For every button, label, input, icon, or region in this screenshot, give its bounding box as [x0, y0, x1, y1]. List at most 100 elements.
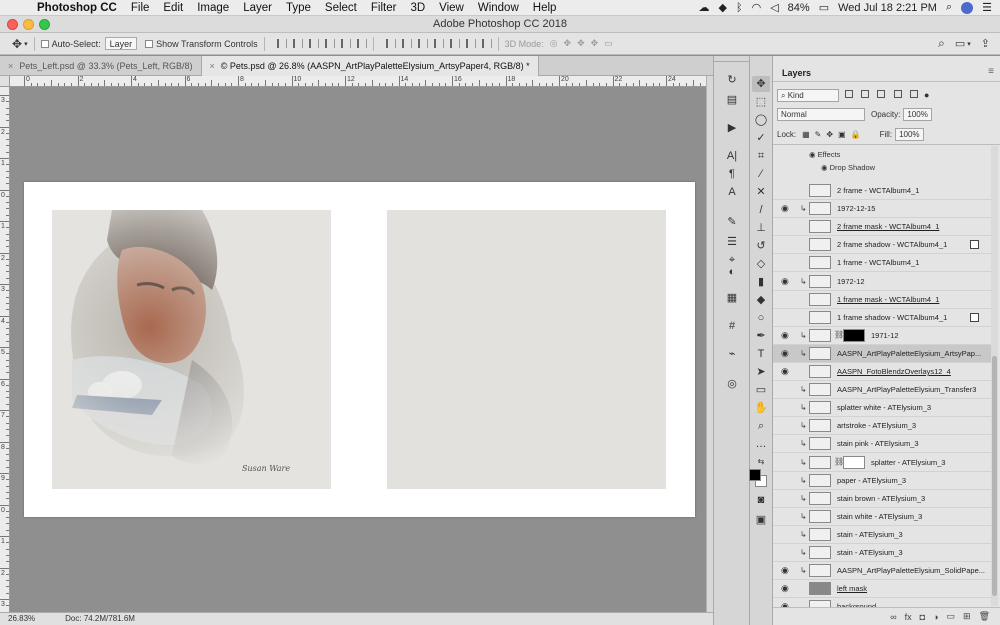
panel-collapse-bar[interactable] [714, 56, 751, 62]
layer-thumbnail[interactable] [809, 256, 831, 270]
grid-icon[interactable]: # [723, 318, 741, 334]
layer-row[interactable]: 2 frame - WCTAlbum4_1 [773, 182, 991, 200]
brushes-icon[interactable]: ✎ [723, 214, 741, 230]
layer-name[interactable]: 1971-12 [871, 331, 899, 340]
visibility-eye-icon[interactable] [781, 476, 791, 485]
swap-colors-icon[interactable]: ⇆ [752, 454, 770, 470]
layer-name[interactable]: stain brown - ATElysium_3 [837, 494, 925, 503]
glyphs-icon[interactable]: A [723, 184, 741, 200]
visibility-eye-icon[interactable]: ◉ [781, 330, 791, 340]
layer-name[interactable]: AASPN_ArtPlayPaletteElysium_Transfer3 [837, 385, 976, 394]
layer-thumbnail[interactable] [809, 564, 831, 578]
align-hcenter-icon[interactable] [340, 39, 351, 48]
blend-mode-dropdown[interactable]: Normal [777, 107, 865, 121]
layer-thumbnail[interactable] [809, 328, 831, 342]
workspace-icon[interactable]: ▭ [955, 37, 965, 50]
healing-tool-icon[interactable]: ✕ [752, 184, 770, 200]
menu-help[interactable]: Help [526, 2, 564, 14]
layer-row[interactable]: ↳ artstroke - ATElysium_3 [773, 417, 991, 436]
layer-row[interactable]: ◉ ↳ ⛓ 1971-12 [773, 327, 991, 345]
layer-name[interactable]: 1 frame - WCTAlbum4_1 [837, 258, 919, 267]
color-icon[interactable]: ◐ [723, 264, 741, 280]
layer-effects-icon[interactable] [970, 240, 979, 250]
layer-thumbnail[interactable] [809, 419, 831, 433]
hand-tool-icon[interactable]: ✋ [752, 400, 770, 416]
adjustment-layer-icon[interactable]: ◑ [933, 612, 938, 622]
quick-select-tool-icon[interactable]: ✓ [752, 130, 770, 146]
zoom-window-button[interactable] [39, 19, 50, 30]
visibility-eye-icon[interactable] [781, 295, 791, 304]
tab-pets-left[interactable]: × Pets_Left.psd @ 33.3% (Pets_Left, RGB/8… [0, 56, 202, 76]
link-layers-icon[interactable]: ∞ [890, 612, 896, 622]
layer-name[interactable]: stain - ATElysium_3 [837, 530, 903, 539]
layer-thumbnail[interactable] [809, 437, 831, 451]
menu-edit[interactable]: Edit [156, 2, 190, 14]
clock[interactable]: Wed Jul 18 2:21 PM [838, 2, 937, 14]
swatches-icon[interactable]: ▦ [723, 290, 741, 306]
chevron-down-icon[interactable]: ▾ [967, 40, 971, 48]
history-icon[interactable]: ↻ [723, 72, 741, 88]
layer-thumbnail[interactable] [809, 220, 831, 234]
layer-thumbnail[interactable] [809, 546, 831, 559]
add-mask-icon[interactable]: ◘ [920, 612, 925, 622]
layer-name[interactable]: splatter - ATElysium_3 [871, 458, 945, 467]
auto-align-icon[interactable] [481, 39, 492, 48]
dodge-tool-icon[interactable]: ○ [752, 310, 770, 326]
layer-thumbnail[interactable] [809, 582, 831, 596]
menu-app-name[interactable]: Photoshop CC [30, 2, 124, 14]
more-tools-icon[interactable]: … [752, 436, 770, 452]
move-tool-icon[interactable]: ✥ [752, 76, 770, 92]
siri-icon[interactable] [961, 1, 974, 14]
zoom-level[interactable]: 26.83% [0, 613, 43, 625]
type-filter-icon[interactable] [877, 90, 886, 98]
layer-name[interactable]: left mask [837, 584, 867, 593]
layer-name[interactable]: paper - ATElysium_3 [837, 476, 906, 485]
crop-tool-icon[interactable]: ⌗ [752, 148, 770, 164]
type-tool-icon[interactable]: T [752, 346, 770, 362]
eye-icon[interactable]: ◉ [821, 163, 828, 172]
pen-tool-icon[interactable]: ✒ [752, 328, 770, 344]
layer-row[interactable]: ↳ AASPN_ArtPlayPaletteElysium_Transfer3 [773, 381, 991, 400]
layer-thumbnail[interactable] [809, 238, 831, 252]
battery-percent[interactable]: 84% [788, 2, 810, 14]
layer-name[interactable]: artstroke - ATElysium_3 [837, 421, 916, 430]
adjustment-filter-icon[interactable] [861, 90, 870, 98]
layer-thumbnail[interactable] [809, 509, 831, 523]
visibility-eye-icon[interactable] [781, 186, 791, 195]
distribute-bottom-icon[interactable] [417, 39, 428, 48]
quick-mask-icon[interactable]: ◙ [752, 492, 770, 508]
vertical-ruler[interactable]: 3 2 1 0 1 2 3 4 5 6 7 8 9 0 1 2 3 [0, 87, 10, 612]
layer-row[interactable]: ◉ ↳ 1972-12 [773, 273, 991, 291]
panel-menu-icon[interactable]: ≡ [988, 66, 994, 77]
layer-row[interactable]: ↳ stain brown - ATElysium_3 [773, 490, 991, 508]
menu-window[interactable]: Window [471, 2, 526, 14]
layers-panel-title[interactable]: Layers [782, 68, 811, 78]
layer-thumbnail[interactable] [809, 455, 831, 469]
layer-thumbnail[interactable] [809, 274, 831, 288]
history-brush-tool-icon[interactable]: ↺ [752, 238, 770, 254]
layer-name[interactable]: AASPN_ArtPlayPaletteElysium_SolidPape... [837, 566, 985, 575]
layer-name[interactable]: 2 frame - WCTAlbum4_1 [837, 186, 919, 195]
close-window-button[interactable] [7, 19, 18, 30]
layer-thumbnail[interactable] [809, 527, 831, 541]
menu-view[interactable]: View [432, 2, 471, 14]
foreground-color-swatch[interactable] [749, 469, 761, 481]
brush-settings-icon[interactable]: ☰ [723, 234, 741, 250]
shape-tool-icon[interactable]: ▭ [752, 382, 770, 398]
gradient-tool-icon[interactable]: ▮ [752, 274, 770, 290]
canvas-area[interactable]: Susan Ware [10, 87, 706, 612]
actions-icon[interactable]: ▶ [723, 120, 741, 136]
distribute-top-icon[interactable] [385, 39, 396, 48]
distribute-right-icon[interactable] [465, 39, 476, 48]
close-tab-icon[interactable]: × [8, 61, 13, 71]
layer-thumbnail[interactable] [809, 365, 831, 378]
wifi-icon[interactable]: ◠ [752, 1, 762, 14]
menu-image[interactable]: Image [190, 2, 236, 14]
doc-size[interactable]: Doc: 74.2M/781.6M [57, 613, 143, 625]
layer-thumbnail[interactable] [809, 310, 831, 324]
distribute-left-icon[interactable] [433, 39, 444, 48]
layer-row[interactable]: ↳ stain - ATElysium_3 [773, 526, 991, 544]
new-group-icon[interactable]: ▭ [947, 611, 956, 622]
layer-row[interactable]: ◉ ↳ 1972-12-15 [773, 200, 991, 219]
layer-row[interactable]: ◉ left mask [773, 580, 991, 599]
